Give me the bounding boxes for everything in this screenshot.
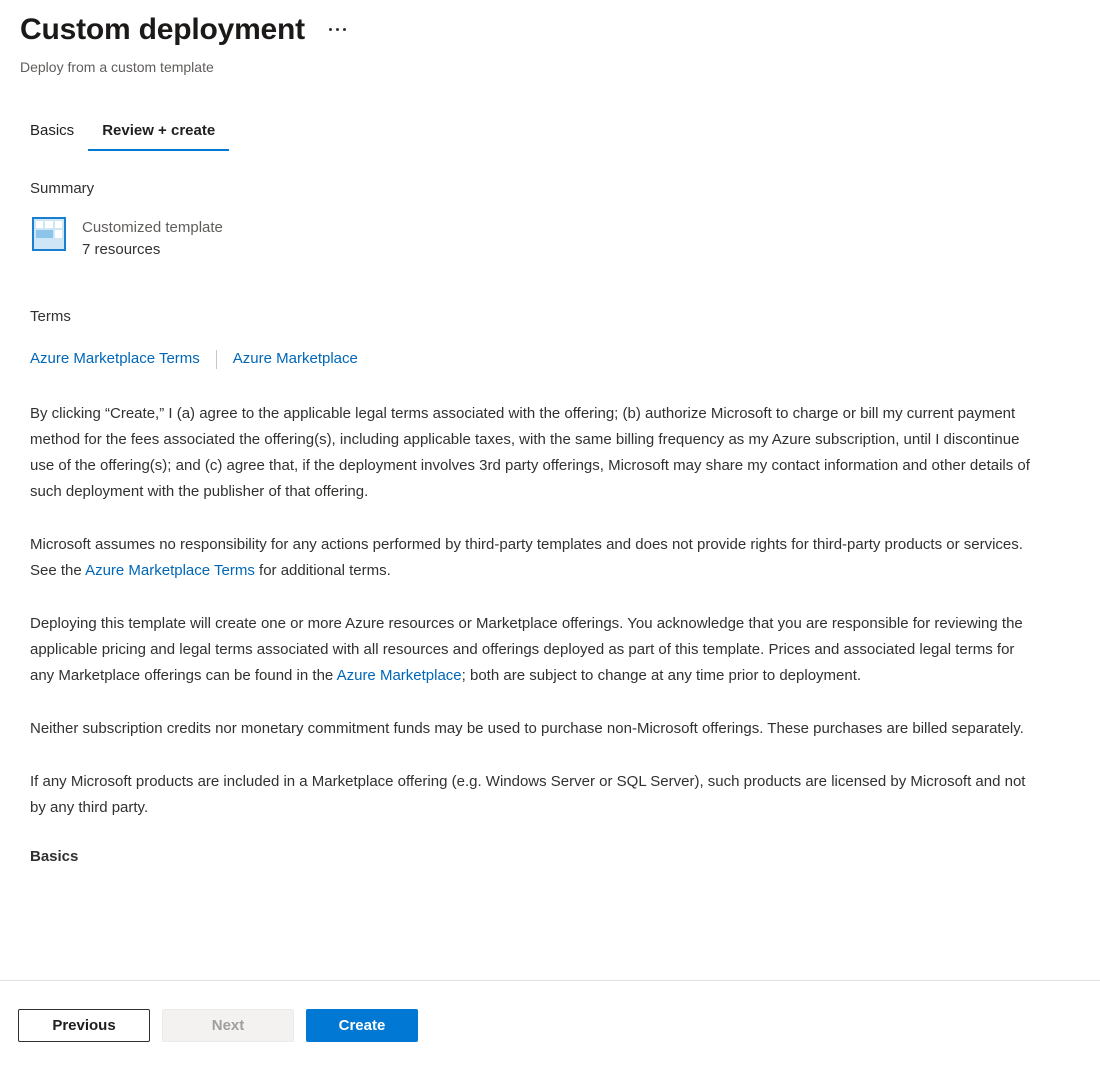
terms-links: Azure Marketplace Terms Azure Marketplac… [30,349,1080,369]
ellipsis-dot [342,28,346,31]
previous-button[interactable]: Previous [18,1009,150,1042]
link-azure-marketplace[interactable]: Azure Marketplace [233,349,358,369]
tab-review-create[interactable]: Review + create [88,121,230,151]
custom-deployment-blade: Custom deployment Deploy from a custom t… [0,0,1100,1070]
terms-body: By clicking “Create,” I (a) agree to the… [30,401,1040,821]
next-button: Next [162,1009,294,1042]
terms-heading: Terms [30,308,71,325]
next-section-heading: Basics [30,848,79,865]
template-grid-icon [32,217,66,251]
icon-cell [54,230,62,238]
create-button[interactable]: Create [306,1009,418,1042]
ellipsis-dot [335,28,339,31]
terms-paragraph-4: Neither subscription credits nor monetar… [30,720,1024,737]
resource-count: 7 resources [82,241,161,258]
terms-paragraph-2: Microsoft assumes no responsibility for … [30,532,1040,584]
blade-header: Custom deployment Deploy from a custom t… [0,0,1100,77]
paragraph-2-text-after: for additional terms. [254,562,391,579]
page-subtitle: Deploy from a custom template [20,59,214,75]
summary-heading: Summary [30,180,95,197]
summary-text: Customized template 7 resources [82,217,223,261]
icon-cell [54,221,62,229]
wizard-footer: Previous Next Create [0,980,1100,1070]
wizard-tabs: Basics Review + create [20,117,1100,151]
inline-link-azure-marketplace-terms[interactable]: Azure Marketplace Terms [85,562,255,579]
blade-content: Summary Customized template 7 resources … [0,179,1100,867]
link-azure-marketplace-terms[interactable]: Azure Marketplace Terms [30,349,200,369]
icon-cell [45,221,53,229]
icon-cell [36,230,53,238]
terms-paragraph-3: Deploying this template will create one … [30,611,1040,689]
paragraph-3-text-after: ; both are subject to change at any time… [461,667,862,684]
template-name: Customized template [82,219,223,236]
more-options-icon[interactable] [327,24,348,35]
page-title: Custom deployment [20,13,305,46]
ellipsis-dot [328,28,332,31]
terms-paragraph-5: If any Microsoft products are included i… [30,773,1026,816]
icon-cell [36,239,62,247]
summary-row: Customized template 7 resources [30,217,1080,261]
tab-basics[interactable]: Basics [20,121,88,151]
link-divider [215,349,217,369]
title-row: Custom deployment [20,10,1100,50]
icon-cell [36,221,44,229]
terms-paragraph-1: By clicking “Create,” I (a) agree to the… [30,405,1030,500]
inline-link-azure-marketplace[interactable]: Azure Marketplace [337,667,462,684]
